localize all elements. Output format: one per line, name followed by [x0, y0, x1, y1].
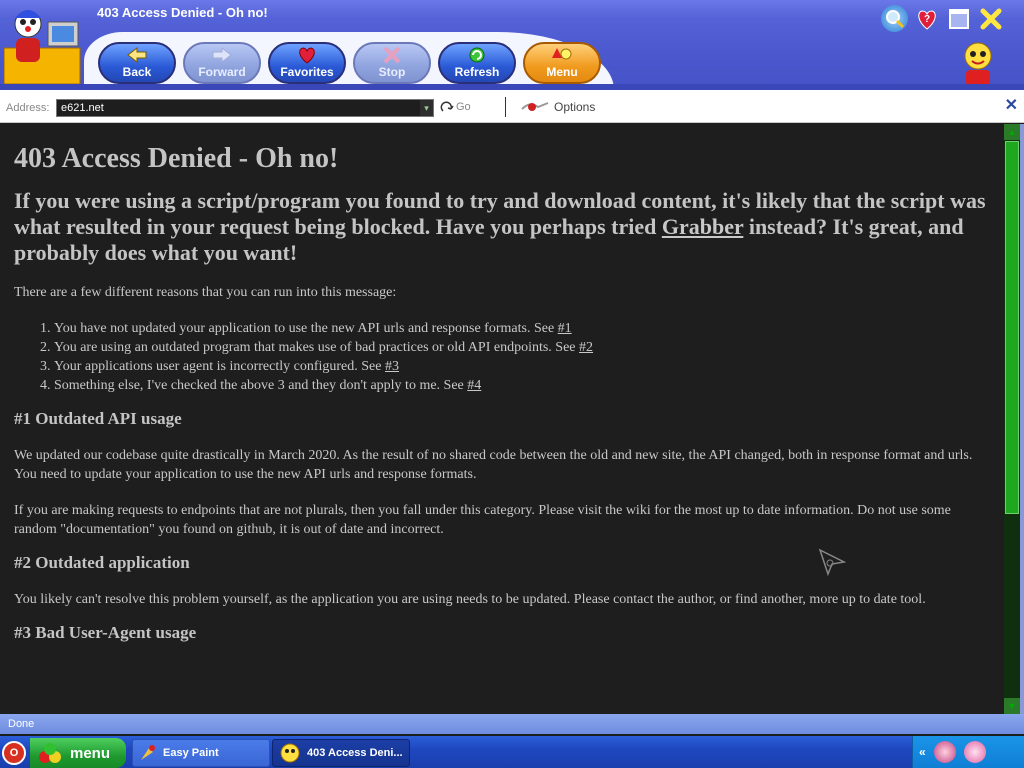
status-bar: Done	[0, 714, 1024, 734]
list-item: You are using an outdated program that m…	[54, 338, 992, 357]
address-dropdown-icon[interactable]: ▾	[420, 100, 433, 116]
stop-icon	[383, 46, 401, 64]
browser-titlebar: 403 Access Denied - Oh no! Back Forward …	[0, 0, 1024, 96]
go-button[interactable]: Go	[440, 100, 471, 114]
section-paragraph: We updated our codebase quite drasticall…	[14, 448, 973, 482]
forward-arrow-icon	[212, 46, 232, 64]
page-content: 403 Access Denied - Oh no! If you were u…	[2, 124, 1004, 714]
maximize-icon[interactable]	[945, 5, 972, 32]
section-heading: #1 Outdated API usage	[14, 409, 182, 428]
scroll-thumb[interactable]	[1005, 141, 1019, 514]
browser-buddy-icon	[280, 743, 300, 763]
options-label: Options	[554, 100, 596, 114]
page-heading: 403 Access Denied - Oh no!	[14, 143, 339, 174]
tray-character-icon[interactable]	[933, 741, 956, 763]
stop-button[interactable]: Stop	[353, 42, 431, 84]
back-arrow-icon	[127, 46, 147, 64]
buddy-mascot-icon	[4, 10, 81, 85]
vertical-scrollbar[interactable]: ▲ ▼	[1004, 124, 1020, 714]
refresh-label: Refresh	[454, 65, 500, 79]
section-paragraph: If you are making requests to endpoints …	[14, 503, 951, 537]
scroll-down-icon[interactable]: ▼	[1004, 698, 1020, 714]
list-item: Something else, I've checked the above 3…	[54, 376, 992, 395]
tray-buddy-icon[interactable]	[963, 741, 986, 763]
close-addressbar-icon[interactable]: ✕	[1005, 95, 1018, 115]
menu-label: Menu	[546, 65, 578, 79]
reason-text: You are using an outdated program that m…	[54, 340, 580, 355]
close-icon[interactable]	[977, 5, 1004, 32]
list-item: Your applications user agent is incorrec…	[54, 357, 992, 376]
window-title: 403 Access Denied - Oh no!	[97, 5, 268, 20]
search-icon[interactable]	[881, 5, 908, 32]
mouse-cursor-icon	[818, 548, 846, 576]
go-label: Go	[456, 101, 471, 113]
window-controls: ?	[881, 5, 1004, 32]
intro-paragraph: There are a few different reasons that y…	[14, 285, 397, 300]
window-border	[1020, 124, 1024, 714]
forward-button[interactable]: Forward	[183, 42, 261, 84]
reason-link[interactable]: #4	[467, 378, 481, 393]
reason-link[interactable]: #3	[385, 359, 399, 374]
stop-label: Stop	[378, 65, 406, 79]
reason-link[interactable]: #1	[558, 321, 572, 336]
options-icon	[521, 102, 549, 111]
reason-text: You have not updated your application to…	[54, 321, 558, 336]
heart-icon	[299, 47, 315, 64]
svg-text:?: ?	[924, 14, 930, 25]
address-label: Address:	[6, 102, 50, 114]
forward-label: Forward	[198, 65, 246, 79]
reason-link[interactable]: #2	[579, 340, 593, 355]
page-subheading: If you were using a script/program you f…	[14, 188, 992, 266]
favorites-button[interactable]: Favorites	[268, 42, 346, 84]
shapes-icon	[552, 48, 572, 60]
menu-button[interactable]: Menu	[523, 42, 601, 84]
paint-icon	[141, 745, 155, 760]
system-tray: «	[912, 736, 1024, 768]
grabber-link[interactable]: Grabber	[662, 214, 743, 239]
address-input[interactable]: e621.net	[56, 99, 434, 117]
taskbar-item-browser[interactable]: 403 Access Deni...	[272, 739, 410, 767]
refresh-button[interactable]: Refresh	[438, 42, 516, 84]
options-button[interactable]: Options	[520, 99, 595, 115]
taskbar: O menu Easy Paint 403 Access Deni... «	[0, 736, 1024, 768]
go-arrow-icon	[440, 101, 454, 112]
address-divider	[505, 97, 506, 117]
start-balls-icon	[39, 743, 61, 763]
section-heading: #3 Bad User-Agent usage	[14, 623, 197, 642]
refresh-icon	[469, 47, 485, 63]
taskbar-item-label: Easy Paint	[163, 747, 219, 759]
taskbar-item-label: 403 Access Deni...	[307, 747, 403, 759]
address-bar: Address: e621.net ▾ Go Options	[0, 90, 1024, 123]
help-heart-icon[interactable]: ?	[913, 5, 940, 32]
start-menu-label: menu	[70, 744, 111, 762]
scroll-up-icon[interactable]: ▲	[1004, 124, 1020, 140]
back-button[interactable]: Back	[98, 42, 176, 84]
reasons-list: You have not updated your application to…	[14, 319, 992, 395]
reason-text: Something else, I've checked the above 3…	[54, 378, 468, 393]
start-menu-button[interactable]: menu	[30, 738, 126, 768]
desktop-screen: 403 Access Denied - Oh no! Back Forward …	[0, 0, 1024, 768]
list-item: You have not updated your application to…	[54, 319, 992, 338]
taskbar-item-easy-paint[interactable]: Easy Paint	[132, 739, 270, 767]
back-label: Back	[122, 65, 152, 79]
section-paragraph: You likely can't resolve this problem yo…	[14, 592, 926, 607]
power-icon[interactable]: O	[2, 741, 26, 765]
favorites-label: Favorites	[280, 65, 334, 79]
tray-expand-icon[interactable]: «	[919, 745, 926, 759]
reason-text: Your applications user agent is incorrec…	[54, 359, 385, 374]
